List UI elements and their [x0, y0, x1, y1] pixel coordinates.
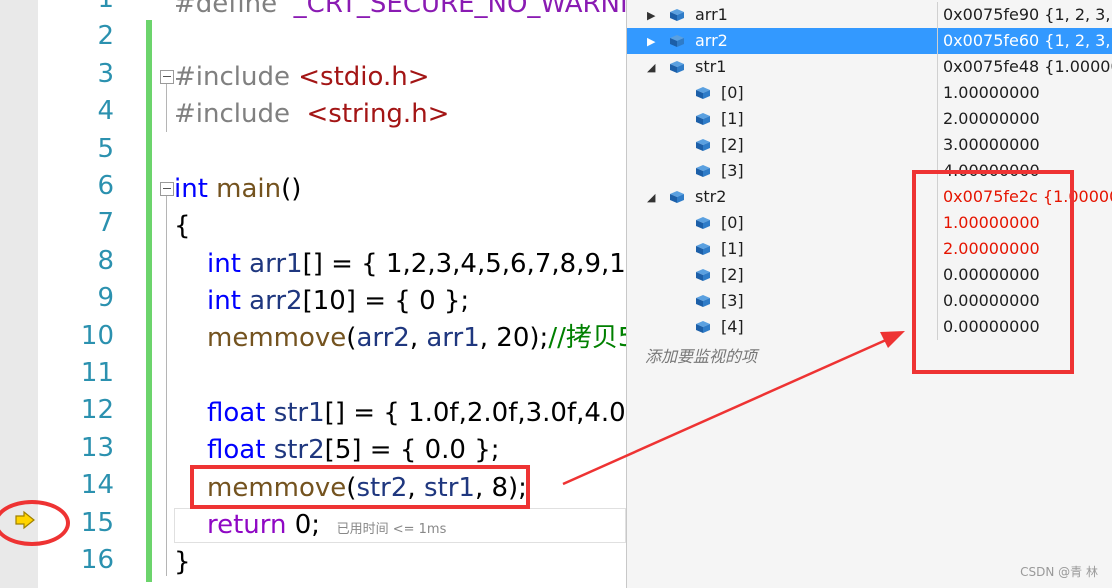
annotation-arrow-line — [562, 338, 887, 486]
annotation-arrow — [562, 331, 905, 486]
annotation-arrow-head — [880, 331, 905, 348]
watermark: CSDN @青 林 — [1020, 565, 1098, 579]
